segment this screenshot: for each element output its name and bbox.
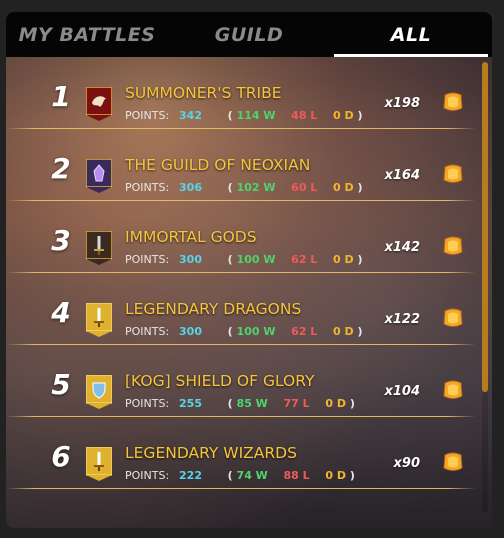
points-label: POINTS: — [125, 109, 170, 122]
wins-value: 100 W — [236, 253, 276, 266]
guild-stats: POINTS: 342 ( 114 W 48 L 0 D ) — [125, 109, 363, 122]
leaderboard-row[interactable]: 1 SUMMONER'S TRIBE POINTS: 342 ( 114 W 4… — [6, 57, 476, 129]
draws-value: 0 D — [333, 109, 354, 122]
guild-stats: POINTS: 300 ( 100 W 62 L 0 D ) — [125, 325, 363, 338]
dark-sword-banner-icon — [86, 231, 112, 265]
wins-value: 114 W — [236, 109, 276, 122]
tab-bar: MY BATTLES GUILD ALL — [6, 12, 492, 57]
rank-number: 3 — [51, 224, 71, 257]
rank-number: 1 — [51, 80, 71, 113]
points-label: POINTS: — [125, 181, 170, 194]
merit-coin-icon — [443, 92, 463, 111]
reward-amount: x198 — [384, 96, 420, 111]
draws-value: 0 D — [333, 325, 354, 338]
merit-coin-icon — [443, 452, 463, 471]
draws-value: 0 D — [325, 469, 346, 482]
merit-coin-icon — [443, 308, 463, 327]
leaderboard-row[interactable]: 5 [KOG] SHIELD OF GLORY POINTS: 255 ( 85… — [6, 345, 476, 417]
tab-guild[interactable]: GUILD — [168, 12, 330, 57]
merit-coin-icon — [443, 380, 463, 399]
guild-name[interactable]: LEGENDARY WIZARDS — [125, 444, 297, 462]
scrollbar-track — [482, 392, 488, 512]
purple-crystal-banner-icon — [86, 159, 112, 193]
guild-stats: POINTS: 255 ( 85 W 77 L 0 D ) — [125, 397, 355, 410]
guild-stats: POINTS: 300 ( 100 W 62 L 0 D ) — [125, 253, 363, 266]
points-label: POINTS: — [125, 469, 170, 482]
gold-sword-banner-icon — [86, 447, 112, 481]
rank-number: 2 — [51, 152, 71, 185]
wins-value: 100 W — [236, 325, 276, 338]
leaderboard-list[interactable]: 1 SUMMONER'S TRIBE POINTS: 342 ( 114 W 4… — [6, 57, 476, 489]
leaderboard-row[interactable]: 6 LEGENDARY WIZARDS POINTS: 222 ( 74 W 8… — [6, 417, 476, 489]
points-label: POINTS: — [125, 253, 170, 266]
tab-my-battles[interactable]: MY BATTLES — [6, 12, 168, 57]
red-tribal-banner-icon — [86, 87, 112, 121]
losses-value: 88 L — [283, 469, 310, 482]
leaderboard-row[interactable]: 3 IMMORTAL GODS POINTS: 300 ( 100 W 62 L… — [6, 201, 476, 273]
gold-sword-banner-icon — [86, 303, 112, 337]
leaderboard-row[interactable]: 2 THE GUILD OF NEOXIAN POINTS: 306 ( 102… — [6, 129, 476, 201]
draws-value: 0 D — [325, 397, 346, 410]
draws-value: 0 D — [333, 253, 354, 266]
gold-shield-banner-icon — [86, 375, 112, 409]
wins-value: 85 W — [236, 397, 268, 410]
points-value: 222 — [179, 469, 202, 482]
points-value: 342 — [179, 109, 202, 122]
guild-name[interactable]: IMMORTAL GODS — [125, 228, 257, 246]
reward-amount: x142 — [384, 240, 420, 255]
scrollbar-thumb[interactable] — [482, 62, 488, 392]
losses-value: 60 L — [291, 181, 318, 194]
rank-number: 5 — [51, 368, 71, 401]
rank-number: 4 — [51, 296, 71, 329]
reward-amount: x122 — [384, 312, 420, 327]
rank-number: 6 — [51, 440, 71, 473]
losses-value: 48 L — [291, 109, 318, 122]
leaderboard-row[interactable]: 4 LEGENDARY DRAGONS POINTS: 300 ( 100 W … — [6, 273, 476, 345]
wins-value: 102 W — [236, 181, 276, 194]
draws-value: 0 D — [333, 181, 354, 194]
guild-name[interactable]: THE GUILD OF NEOXIAN — [125, 156, 310, 174]
reward-amount: x104 — [384, 384, 420, 399]
losses-value: 77 L — [283, 397, 310, 410]
reward-amount: x90 — [393, 456, 420, 471]
points-value: 306 — [179, 181, 202, 194]
points-value: 300 — [179, 325, 202, 338]
merit-coin-icon — [443, 164, 463, 183]
guild-leaderboard-panel: MY BATTLES GUILD ALL 1 SUMMONER'S TRIBE … — [6, 12, 492, 528]
guild-stats: POINTS: 222 ( 74 W 88 L 0 D ) — [125, 469, 355, 482]
tab-all[interactable]: ALL — [330, 12, 492, 57]
guild-name[interactable]: [KOG] SHIELD OF GLORY — [125, 372, 315, 390]
losses-value: 62 L — [291, 325, 318, 338]
points-label: POINTS: — [125, 397, 170, 410]
points-value: 300 — [179, 253, 202, 266]
guild-stats: POINTS: 306 ( 102 W 60 L 0 D ) — [125, 181, 363, 194]
row-divider — [6, 488, 476, 489]
guild-name[interactable]: SUMMONER'S TRIBE — [125, 84, 282, 102]
points-value: 255 — [179, 397, 202, 410]
guild-name[interactable]: LEGENDARY DRAGONS — [125, 300, 301, 318]
points-label: POINTS: — [125, 325, 170, 338]
losses-value: 62 L — [291, 253, 318, 266]
wins-value: 74 W — [236, 469, 268, 482]
merit-coin-icon — [443, 236, 463, 255]
reward-amount: x164 — [384, 168, 420, 183]
